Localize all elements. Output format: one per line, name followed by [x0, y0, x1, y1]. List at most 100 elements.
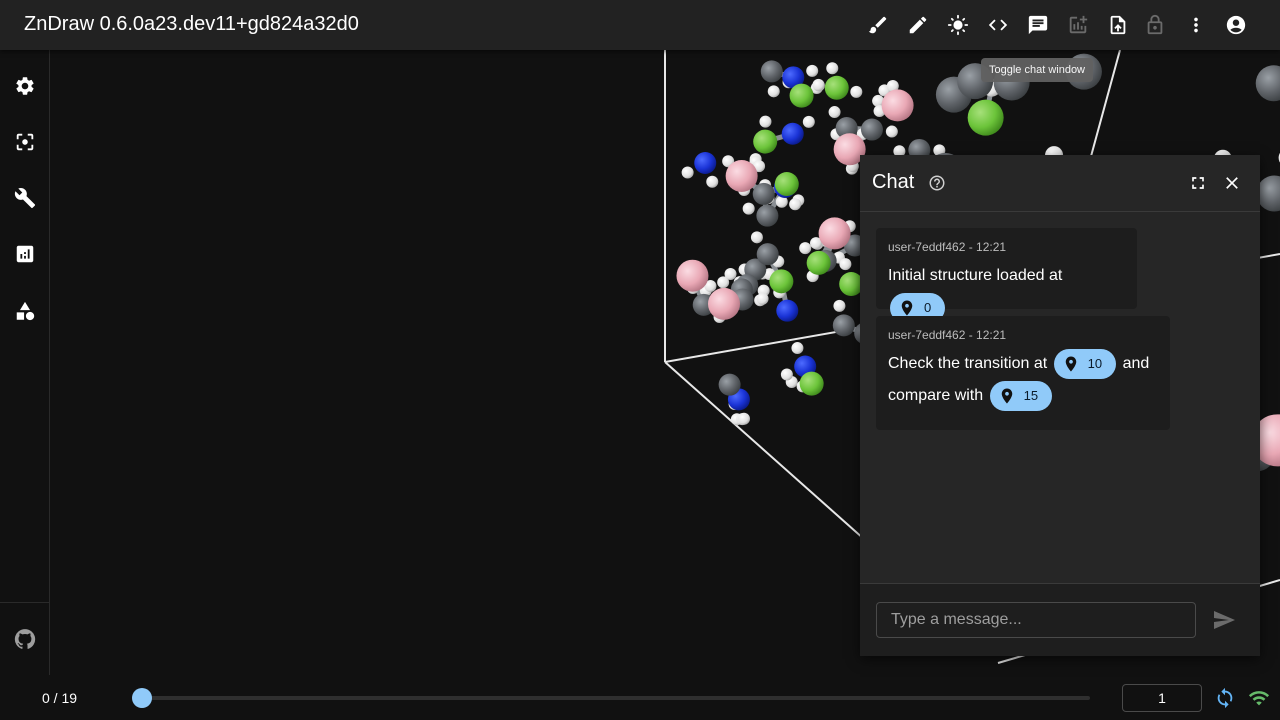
account-icon[interactable] [1222, 11, 1250, 39]
chip-label: 10 [1087, 355, 1103, 371]
hydrogen-atom[interactable] [750, 231, 763, 244]
chlorine-atom[interactable] [824, 75, 849, 100]
hydrogen-atom[interactable] [806, 64, 819, 77]
chat-window: Chat user-7eddf462 - 12:21 Initial struc… [860, 155, 1260, 656]
boron-atom[interactable] [676, 259, 709, 292]
carbon-atom[interactable] [718, 373, 741, 396]
hydrogen-atom[interactable] [799, 242, 812, 255]
close-icon[interactable] [1220, 171, 1244, 195]
location-pin-icon [901, 300, 913, 316]
top-app-bar: ZnDraw 0.6.0a23.dev11+gd824a32d0 [0, 0, 1280, 50]
hydrogen-atom[interactable] [756, 292, 769, 305]
carbon-atom[interactable] [756, 204, 779, 227]
shapes-icon[interactable] [12, 298, 38, 324]
hydrogen-atom[interactable] [812, 78, 825, 91]
boron-atom[interactable] [725, 159, 758, 192]
boron-atom[interactable] [881, 89, 914, 122]
hydrogen-atom[interactable] [759, 115, 772, 128]
chat-title: Chat [872, 171, 915, 193]
brightness-icon[interactable] [944, 11, 972, 39]
message-input[interactable] [876, 602, 1196, 638]
app-title: ZnDraw 0.6.0a23.dev11+gd824a32d0 [24, 13, 359, 35]
settings-icon[interactable] [12, 73, 38, 99]
message-meta: user-7eddf462 - 12:21 [888, 328, 1007, 342]
hydrogen-atom[interactable] [789, 198, 802, 211]
boron-atom[interactable] [707, 287, 740, 320]
message-meta: user-7eddf462 - 12:21 [888, 240, 1007, 254]
center-focus-icon[interactable] [12, 129, 38, 155]
chlorine-atom[interactable] [967, 99, 1004, 136]
code-icon[interactable] [984, 11, 1012, 39]
carbon-atom[interactable] [760, 60, 783, 83]
github-icon[interactable] [12, 626, 38, 652]
add-chart-icon [1064, 11, 1092, 39]
message-text-part: Initial structure loaded at [888, 267, 1063, 284]
message-text: Initial structure loaded at 0 [888, 260, 1125, 324]
carbon-atom[interactable] [832, 314, 855, 337]
hydrogen-atom[interactable] [833, 299, 846, 312]
fullscreen-icon[interactable] [1186, 171, 1210, 195]
location-pin-icon [1065, 356, 1076, 372]
boron-atom[interactable] [818, 217, 851, 250]
loop-icon[interactable] [1214, 687, 1236, 709]
pencil-icon[interactable] [904, 11, 932, 39]
frame-link-chip[interactable]: 10 [1053, 348, 1117, 379]
wrench-icon[interactable] [12, 185, 38, 211]
hydrogen-atom[interactable] [767, 85, 780, 98]
hydrogen-atom[interactable] [885, 125, 898, 138]
tooltip: Toggle chat window [981, 58, 1094, 82]
hydrogen-atom[interactable] [791, 342, 804, 355]
help-icon[interactable] [925, 171, 949, 195]
chlorine-atom[interactable] [799, 371, 824, 396]
chlorine-atom[interactable] [774, 172, 799, 197]
hydrogen-atom[interactable] [802, 115, 815, 128]
hydrogen-atom[interactable] [780, 368, 793, 381]
carbon-atom[interactable] [1255, 65, 1280, 102]
chat-header: Chat [860, 155, 1260, 212]
nitrogen-atom[interactable] [776, 299, 799, 322]
hydrogen-atom[interactable] [681, 166, 694, 179]
chat-icon[interactable] [1024, 11, 1052, 39]
frame-counter: 0 / 19 [42, 690, 78, 706]
chlorine-atom[interactable] [806, 250, 831, 275]
lock-icon [1141, 11, 1169, 39]
chat-footer [860, 583, 1260, 656]
carbon-atom[interactable] [860, 118, 883, 141]
playback-bar: 0 / 19 [0, 675, 1280, 720]
wifi-icon [1248, 687, 1270, 709]
message-text: Check the transition at 10 and compare w… [888, 348, 1158, 412]
left-sidebar [0, 50, 50, 675]
hydrogen-atom[interactable] [850, 85, 863, 98]
step-input[interactable] [1122, 684, 1202, 712]
message-text-part: and [1122, 355, 1150, 372]
carbon-atom[interactable] [756, 243, 779, 266]
more-vert-icon[interactable] [1182, 11, 1210, 39]
chlorine-atom[interactable] [789, 83, 814, 108]
hydrogen-atom[interactable] [828, 106, 841, 119]
analytics-icon[interactable] [12, 241, 38, 267]
chat-message: user-7eddf462 - 12:21 Initial structure … [876, 228, 1137, 323]
chat-message: user-7eddf462 - 12:21 Check the transiti… [876, 316, 1170, 430]
send-icon[interactable] [1212, 608, 1236, 632]
hydrogen-atom[interactable] [717, 276, 730, 289]
message-text-part: Check the transition at [888, 355, 1048, 372]
message-text-part: compare with [888, 387, 984, 404]
paintbrush-icon[interactable] [864, 11, 892, 39]
chip-label: 15 [1023, 387, 1039, 403]
nitrogen-atom[interactable] [781, 122, 804, 145]
hydrogen-atom[interactable] [826, 62, 839, 75]
upload-file-icon[interactable] [1104, 11, 1132, 39]
frame-link-chip[interactable]: 15 [989, 380, 1053, 411]
sidebar-divider [0, 602, 49, 603]
hydrogen-atom[interactable] [839, 258, 852, 271]
chlorine-atom[interactable] [769, 269, 794, 294]
frame-slider-thumb[interactable] [132, 688, 152, 708]
frame-slider[interactable] [132, 688, 1090, 708]
location-pin-icon [1001, 388, 1012, 404]
hydrogen-atom[interactable] [738, 412, 751, 425]
carbon-atom[interactable] [752, 182, 775, 205]
chlorine-atom[interactable] [753, 129, 778, 154]
hydrogen-atom[interactable] [742, 202, 755, 215]
hydrogen-atom[interactable] [706, 175, 719, 188]
nitrogen-atom[interactable] [694, 151, 717, 174]
